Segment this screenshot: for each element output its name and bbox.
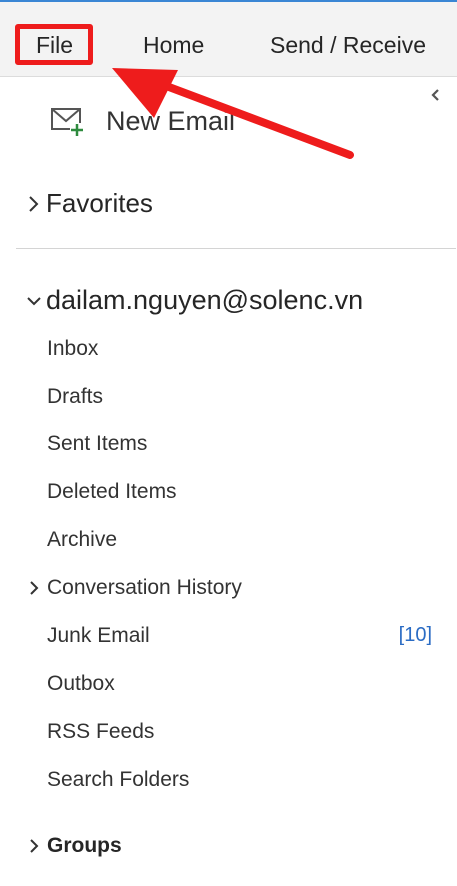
groups-header[interactable]: Groups: [28, 834, 122, 858]
folder-search-folders[interactable]: Search Folders: [47, 768, 189, 792]
chevron-down-icon: [27, 296, 41, 305]
folder-conversation-history[interactable]: Conversation History: [28, 576, 242, 600]
folder-junk-email[interactable]: Junk Email: [47, 624, 150, 648]
folder-sent-items[interactable]: Sent Items: [47, 432, 147, 456]
chevron-right-icon: [29, 195, 39, 212]
new-email-label: New Email: [106, 105, 236, 136]
tab-file[interactable]: File: [36, 30, 73, 60]
folder-outbox[interactable]: Outbox: [47, 672, 115, 696]
tab-home[interactable]: Home: [143, 30, 204, 60]
favorites-header[interactable]: Favorites: [26, 188, 153, 219]
tab-send-receive[interactable]: Send / Receive: [270, 30, 426, 60]
chevron-right-icon: [30, 581, 39, 595]
envelope-plus-icon: [51, 108, 84, 137]
account-header[interactable]: dailam.nguyen@solenc.vn: [26, 285, 363, 316]
account-email: dailam.nguyen@solenc.vn: [46, 285, 364, 315]
folder-archive[interactable]: Archive: [47, 528, 117, 552]
chevron-right-icon: [30, 839, 39, 853]
new-email-button[interactable]: New Email: [50, 103, 235, 139]
ribbon-tab-bar: File Home Send / Receive: [0, 2, 457, 77]
favorites-label: Favorites: [46, 188, 153, 218]
chevron-left-icon[interactable]: [430, 88, 442, 102]
folder-inbox[interactable]: Inbox: [47, 337, 98, 361]
folder-deleted-items[interactable]: Deleted Items: [47, 480, 177, 504]
folder-drafts[interactable]: Drafts: [47, 385, 103, 409]
divider: [16, 248, 456, 249]
groups-label: Groups: [47, 834, 122, 857]
folder-label: Conversation History: [47, 576, 242, 599]
folder-rss-feeds[interactable]: RSS Feeds: [47, 720, 154, 744]
unread-count-badge: [10]: [398, 624, 432, 646]
